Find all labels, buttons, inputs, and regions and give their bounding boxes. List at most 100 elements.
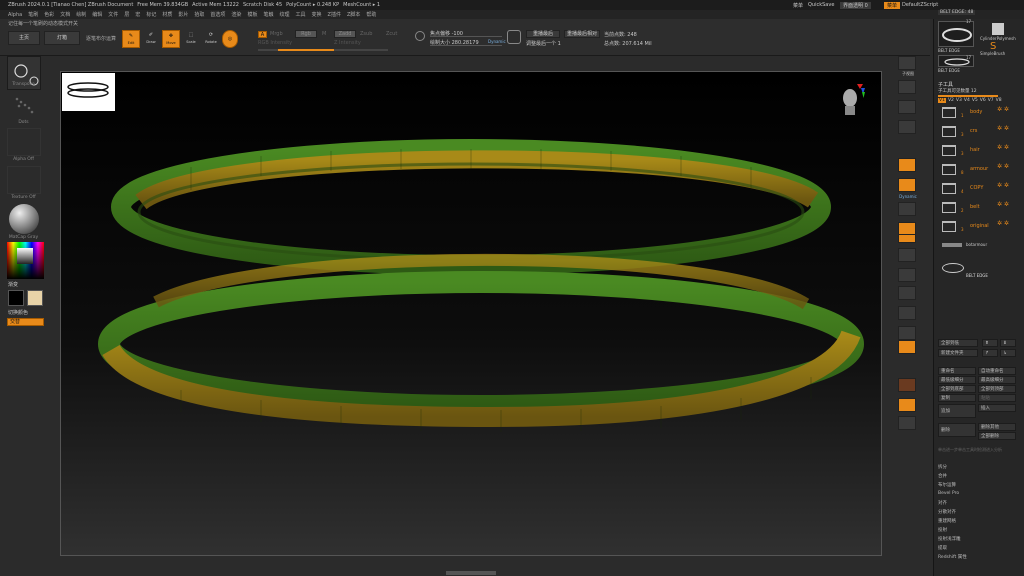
aahalf-button[interactable] — [898, 158, 916, 172]
menu-item[interactable]: 标记 — [146, 11, 156, 18]
bottom-tray-handle[interactable] — [446, 571, 496, 575]
move-view-button[interactable] — [898, 286, 916, 300]
gxyz-button[interactable] — [898, 248, 916, 262]
visibility-set-2[interactable]: V2 — [948, 98, 954, 103]
color-square[interactable] — [17, 248, 33, 264]
material-thumb[interactable] — [7, 204, 41, 234]
document-canvas[interactable] — [60, 71, 882, 556]
rotate-button[interactable]: ⟳ Rotate — [202, 30, 220, 48]
m-button[interactable]: M — [322, 31, 326, 37]
visibility-set-4[interactable]: V4 — [964, 98, 970, 103]
auto-rename-button[interactable]: 自动重命名 — [978, 367, 1016, 375]
merge-menu[interactable]: 合并 — [938, 473, 947, 479]
lowest-subdiv-button[interactable]: 最低级细分 — [938, 376, 976, 384]
replay-last-relative-button[interactable]: 重播最后相对 — [564, 30, 600, 38]
interface-transparency[interactable]: 界面透明 0 — [840, 1, 871, 9]
default-zscript[interactable]: DefaultZScript — [902, 2, 938, 8]
lightbox-button[interactable]: 灯箱 — [44, 31, 80, 45]
menu-item[interactable]: 绘制 — [76, 11, 86, 18]
rotate-view-button[interactable] — [898, 326, 916, 340]
rgb-button[interactable]: Rgb — [295, 30, 317, 38]
visibility-set-1[interactable]: V1 — [938, 98, 946, 103]
project-menu[interactable]: 投射 — [938, 527, 947, 533]
draw-button[interactable]: ✐ Draw — [142, 30, 160, 48]
menu-item[interactable]: 模板 — [247, 11, 257, 18]
visibility-set-3[interactable]: V3 — [956, 98, 962, 103]
visibility-set-6[interactable]: V6 — [980, 98, 986, 103]
transp-button[interactable] — [898, 378, 916, 392]
subtool-row[interactable]: 2 belt ✲ ✲ — [934, 200, 1014, 219]
color-picker[interactable] — [7, 242, 44, 279]
belt-edge-subtool-label[interactable]: BELT EDGE — [966, 273, 988, 278]
replay-icon[interactable] — [507, 30, 521, 44]
subtool-settings-icon[interactable]: ✲ ✲ — [997, 106, 1009, 113]
folder-down-button[interactable]: ↳ — [1000, 349, 1016, 357]
subtool-row[interactable]: 4 COPY ✲ ✲ — [934, 181, 1014, 200]
delete-button[interactable]: 删除 — [938, 423, 976, 437]
align-menu[interactable]: 对齐 — [938, 500, 947, 506]
all-to-top-button[interactable]: 全部到顶部 — [978, 385, 1016, 393]
project-bas-relief-menu[interactable]: 投射浅浮雕 — [938, 536, 961, 542]
layout-button[interactable]: 菜单 — [884, 1, 901, 9]
zoom-button[interactable] — [898, 100, 916, 114]
mrgb-button[interactable]: Mrgb — [270, 31, 283, 37]
view-orientation-head[interactable] — [839, 82, 865, 118]
menu-item[interactable]: 首选项 — [210, 11, 225, 18]
alpha-thumb[interactable] — [7, 128, 41, 156]
append-button[interactable]: 追加 — [938, 404, 976, 418]
subview-button[interactable] — [898, 56, 916, 70]
home-button[interactable]: 主页 — [8, 31, 40, 45]
polyframe-button[interactable] — [898, 340, 916, 354]
subtool-title[interactable]: 子工具 — [938, 81, 953, 88]
remesh-menu[interactable]: 重建网格 — [938, 518, 956, 524]
subtool-row[interactable]: 8 armour ✲ ✲ — [934, 162, 1014, 181]
subtool-settings-icon[interactable]: ✲ ✲ — [997, 220, 1009, 227]
replay-last-button[interactable]: 重播最后 — [526, 30, 560, 38]
all-low-button[interactable]: 全部到低 — [938, 339, 978, 347]
rename-button[interactable]: 重命名 — [938, 367, 976, 375]
insert-button[interactable]: 插入 — [978, 404, 1016, 412]
adjust-last-slider[interactable]: 调整最后一个 1 — [526, 40, 561, 47]
menu-item[interactable]: 变换 — [312, 11, 322, 18]
secondary-color-swatch[interactable] — [8, 290, 24, 306]
menu-item[interactable]: 笔触 — [263, 11, 273, 18]
persp-button[interactable] — [898, 178, 916, 192]
all-to-bottom-button[interactable]: 全部到底部 — [938, 385, 976, 393]
a-button[interactable]: A — [258, 31, 267, 38]
distribute-menu[interactable]: 分散对齐 — [938, 509, 956, 515]
tool-thumb-cylinder[interactable] — [980, 21, 1016, 37]
arrow-up-button[interactable]: ⬆ — [982, 339, 998, 347]
solo-button[interactable] — [898, 416, 916, 430]
subtool-settings-icon[interactable]: ✲ ✲ — [997, 201, 1009, 208]
subtool-row[interactable]: 3 original ✲ ✲ — [934, 219, 1014, 238]
menu-item[interactable]: 纹理 — [279, 11, 289, 18]
subtool-visible-count[interactable]: 子工具可见数量 12 — [938, 88, 977, 94]
subtool-settings-icon[interactable]: ✲ ✲ — [997, 125, 1009, 132]
visibility-set-5[interactable]: V5 — [972, 98, 978, 103]
menu-item[interactable]: 宏 — [135, 11, 140, 18]
subtool-settings-icon[interactable]: ✲ ✲ — [997, 144, 1009, 151]
frame-button[interactable] — [898, 268, 916, 282]
menu-item[interactable]: Z插件 — [328, 11, 341, 18]
subtool-row[interactable]: 1 body ✲ ✲ — [934, 105, 1014, 124]
menu-item[interactable]: 材质 — [162, 11, 172, 18]
bevel-pro-menu[interactable]: Bevel Pro — [938, 491, 959, 496]
new-folder-button[interactable]: 新建文件夹 — [938, 349, 978, 357]
main-color-swatch[interactable] — [27, 290, 43, 306]
scroll-button[interactable] — [898, 80, 916, 94]
gyro-button[interactable]: ◎ — [222, 30, 238, 48]
menu-item[interactable]: 渲染 — [231, 11, 241, 18]
redshift-menu[interactable]: Redshift 属性 — [938, 554, 967, 560]
actual-button[interactable] — [898, 120, 916, 134]
split-menu[interactable]: 拆分 — [938, 464, 947, 470]
switch-color-label[interactable]: 切换颜色 — [8, 309, 28, 316]
delete-all-button[interactable]: 全部删除 — [978, 432, 1016, 440]
zcut-button[interactable]: Zcut — [386, 31, 397, 37]
subtool-settings-icon[interactable]: ✲ ✲ — [997, 182, 1009, 189]
visibility-set-7[interactable]: V7 — [988, 98, 994, 103]
menu-item[interactable]: 编辑 — [92, 11, 102, 18]
move-button[interactable]: ✥ Move — [162, 30, 180, 48]
zadd-button[interactable]: Zadd — [334, 30, 356, 38]
lsym-button[interactable] — [898, 234, 916, 243]
edit-button[interactable]: ✎ Edit — [122, 30, 140, 48]
